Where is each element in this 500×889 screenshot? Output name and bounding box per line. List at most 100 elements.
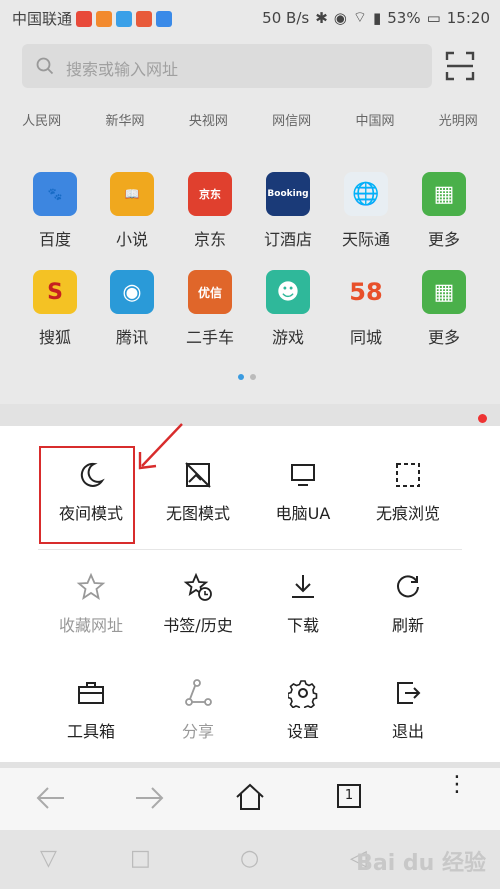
scan-icon[interactable]	[444, 50, 476, 82]
app-label: 订酒店	[263, 230, 312, 249]
app-hotel[interactable]: Booking 订酒店	[248, 172, 328, 250]
highlight-box	[39, 446, 135, 544]
status-bar: 中国联通 50 B/s ✱ ◉ ⌔ ▮ 53% ▭ 15:20	[0, 0, 500, 36]
app-tianjitong[interactable]: 🌐 天际通	[326, 172, 406, 250]
pc-ua-button[interactable]: 电脑UA	[248, 460, 358, 524]
add-favorite-button[interactable]: 收藏网址	[36, 572, 146, 636]
battery-percent: 53%	[387, 8, 421, 27]
news-strip	[0, 404, 500, 426]
baidu-icon: 🐾	[33, 172, 77, 216]
app-label: 更多	[427, 230, 460, 249]
site-link[interactable]: 央视网	[167, 110, 250, 136]
gear-icon	[288, 680, 318, 708]
forward-icon[interactable]	[134, 784, 166, 812]
notification-icon	[96, 10, 113, 27]
site-link[interactable]: 光明网	[417, 110, 500, 136]
system-nav-bar: ▽ □ ○ ◁ Bai du 经验	[0, 830, 500, 889]
app-58[interactable]: 58 同城	[326, 270, 406, 348]
menu-divider	[38, 549, 462, 550]
sohu-icon: S	[33, 270, 77, 314]
site-links: 人民网 新华网 央视网 网信网 中国网 光明网	[0, 110, 500, 136]
site-link[interactable]: 人民网	[0, 110, 83, 136]
download-button[interactable]: 下载	[248, 572, 358, 636]
book-icon: 📖	[110, 172, 154, 216]
bluetooth-icon: ✱	[315, 8, 328, 27]
monitor-icon	[291, 464, 315, 486]
app-baidu[interactable]: 🐾 百度	[15, 172, 95, 250]
battery-icon: ▭	[426, 8, 441, 27]
toolbox-icon	[78, 682, 104, 704]
app-label: 同城	[349, 328, 382, 347]
system-home-icon[interactable]: ○	[240, 846, 259, 871]
page-dot-active	[238, 374, 244, 380]
refresh-icon	[397, 575, 419, 598]
star-icon	[76, 572, 106, 600]
carrier-label: 中国联通	[12, 10, 73, 28]
app-label: 京东	[193, 230, 226, 249]
app-label: 腾讯	[115, 328, 148, 347]
search-placeholder: 搜索或输入网址	[66, 60, 179, 79]
exit-button[interactable]: 退出	[353, 678, 463, 742]
browser-bottom-bar: 1 ⋮	[0, 762, 500, 830]
app-jd[interactable]: 京东 京东	[170, 172, 250, 250]
game-icon: ☻	[266, 270, 310, 314]
site-link[interactable]: 中国网	[333, 110, 416, 136]
search-bar[interactable]: 搜索或输入网址	[22, 44, 432, 88]
star-clock-icon	[183, 572, 212, 601]
more-menu-icon[interactable]: ⋮	[446, 774, 468, 796]
site-link[interactable]: 新华网	[83, 110, 166, 136]
menu-label: 下载	[286, 616, 319, 635]
app-label: 小说	[115, 230, 148, 249]
notification-icon	[156, 10, 173, 27]
incognito-icon	[396, 463, 420, 487]
exit-icon	[397, 682, 421, 704]
system-back-icon[interactable]: ▽	[40, 846, 57, 871]
menu-label: 刷新	[391, 616, 424, 635]
toolbox-button[interactable]: 工具箱	[36, 678, 146, 742]
app-label: 二手车	[185, 328, 234, 347]
notification-dot	[478, 414, 487, 423]
search-icon	[36, 57, 54, 75]
settings-button[interactable]: 设置	[248, 678, 358, 742]
download-icon	[292, 575, 314, 598]
booking-icon: Booking	[266, 172, 310, 216]
site-link[interactable]: 网信网	[250, 110, 333, 136]
tabs-button[interactable]: 1	[337, 784, 361, 808]
menu-label: 书签/历史	[163, 616, 233, 635]
share-button[interactable]: 分享	[143, 678, 253, 742]
jd-icon: 京东	[188, 172, 232, 216]
app-sohu[interactable]: S 搜狐	[15, 270, 95, 348]
app-label: 更多	[427, 328, 460, 347]
app-novel[interactable]: 📖 小说	[92, 172, 172, 250]
app-tencent[interactable]: ◉ 腾讯	[92, 270, 172, 348]
bookmarks-history-button[interactable]: 书签/历史	[143, 572, 253, 636]
notification-icon	[76, 10, 93, 27]
back-icon[interactable]	[34, 784, 66, 812]
watermark: Bai du 经验	[356, 851, 486, 876]
app-usedcar[interactable]: 优信 二手车	[170, 270, 250, 348]
eye-icon: ◉	[333, 8, 347, 27]
tencent-icon: ◉	[110, 270, 154, 314]
signal-icon: ▮	[372, 8, 382, 27]
share-icon	[185, 679, 212, 706]
refresh-button[interactable]: 刷新	[353, 572, 463, 636]
app-label: 百度	[38, 230, 71, 249]
app-label: 搜狐	[38, 328, 71, 347]
app-label: 游戏	[271, 328, 304, 347]
home-icon[interactable]	[234, 782, 266, 812]
clock: 15:20	[446, 8, 490, 27]
system-recent-icon[interactable]: □	[130, 846, 151, 871]
menu-label: 无痕浏览	[375, 504, 440, 523]
menu-label: 工具箱	[66, 722, 115, 741]
menu-label: 退出	[391, 722, 424, 741]
notification-icon	[136, 10, 153, 27]
net-speed: 50 B/s	[262, 8, 310, 27]
app-more[interactable]: ▦ 更多	[404, 172, 484, 250]
page-dot	[250, 374, 256, 380]
globe-icon: 🌐	[344, 172, 388, 216]
app-more-2[interactable]: ▦ 更多	[404, 270, 484, 348]
grid-icon: ▦	[422, 270, 466, 314]
incognito-button[interactable]: 无痕浏览	[353, 460, 463, 524]
page-indicator	[238, 374, 256, 380]
app-game[interactable]: ☻ 游戏	[248, 270, 328, 348]
